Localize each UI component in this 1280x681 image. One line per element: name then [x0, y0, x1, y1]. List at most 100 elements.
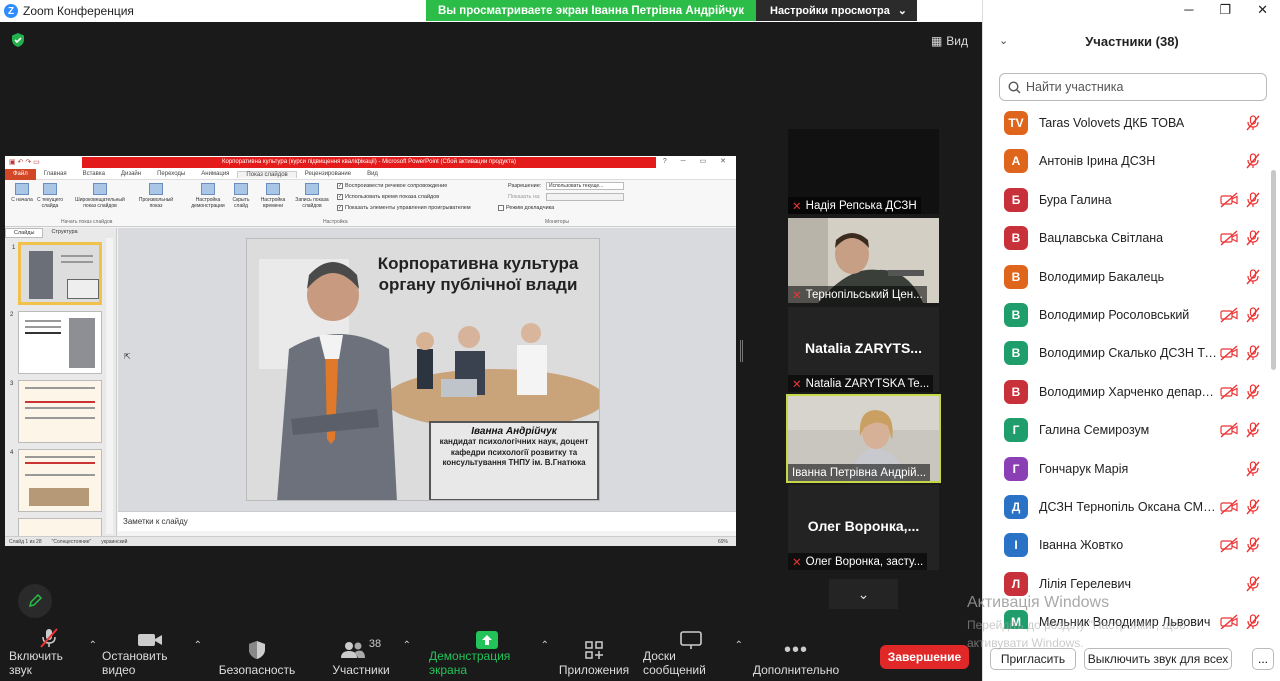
media-controls-checkbox[interactable]: ✓ Показать элементы управления проигрыват…	[337, 205, 471, 211]
unmute-button[interactable]: Включить звук ⌃	[9, 628, 97, 681]
share-screen-button[interactable]: Демонстрация экрана ⌃	[429, 630, 549, 681]
current-slide[interactable]: Корпоративна культура органу публічної в…	[246, 238, 600, 501]
panel-more-button[interactable]: ...	[1252, 648, 1274, 670]
participant-row[interactable]: В Володимир Бакалець	[983, 258, 1273, 296]
show-on-select[interactable]	[546, 193, 624, 201]
video-off-icon[interactable]	[1220, 192, 1238, 208]
mic-muted-icon[interactable]	[1245, 268, 1261, 285]
slide-thumbnail[interactable]: 1	[12, 242, 102, 305]
view-button[interactable]: ▦ Вид	[931, 34, 968, 48]
participant-row[interactable]: Л Лілія Герелевич	[983, 565, 1273, 603]
close-icon[interactable]: ✕	[1257, 2, 1268, 18]
setup-show-button[interactable]: Настройка демонстрации	[189, 183, 227, 209]
presenter-view-checkbox[interactable]: Режим докладчика	[498, 205, 554, 211]
video-tile[interactable]: ✕ Тернопільський Цен...	[788, 218, 939, 303]
search-input[interactable]	[1026, 80, 1256, 94]
caret-up-icon[interactable]: ⌃	[735, 640, 743, 651]
ppt-tab[interactable]: Рецензирование	[297, 171, 359, 177]
video-off-icon[interactable]	[1220, 345, 1238, 361]
slide-thumbnail[interactable]: 4	[10, 449, 102, 512]
hide-slide-button[interactable]: Скрыть слайд	[227, 183, 255, 209]
narration-checkbox[interactable]: ✓ Воспроизвести речевое сопровождение	[337, 183, 447, 189]
video-tile-active-speaker[interactable]: Іванна Петрівна Андрій...	[786, 394, 941, 483]
annotate-button[interactable]	[18, 584, 52, 618]
mic-muted-icon[interactable]	[1245, 614, 1261, 629]
participant-row[interactable]: Г Галина Семирозум	[983, 411, 1273, 449]
resolution-select[interactable]: Использовать текуще...	[546, 182, 624, 190]
caret-up-icon[interactable]: ⌃	[194, 640, 202, 651]
shared-screen[interactable]: ▣ ↶ ↷ ▭ Корпоративна культура (курси під…	[5, 156, 736, 546]
slide-thumbnail[interactable]: 3	[10, 380, 102, 443]
apps-button[interactable]: Приложения	[559, 630, 629, 681]
mic-muted-icon[interactable]	[1245, 499, 1261, 515]
participant-search[interactable]	[999, 73, 1267, 101]
mic-muted-icon[interactable]	[1245, 537, 1261, 553]
caret-up-icon[interactable]: ⌃	[541, 640, 549, 651]
ppt-tab[interactable]: Вид	[359, 171, 386, 177]
splitter-handle[interactable]	[740, 340, 743, 362]
mic-muted-icon[interactable]	[1245, 192, 1261, 208]
ppt-tab[interactable]: Анимация	[193, 171, 237, 177]
caret-up-icon[interactable]: ⌃	[89, 640, 97, 651]
ppt-tab[interactable]: Дизайн	[113, 171, 149, 177]
scroll-videos-down-button[interactable]: ⌄	[829, 579, 898, 609]
tab-slides[interactable]: Слайды	[5, 228, 44, 238]
record-show-button[interactable]: Запись показа слайдов	[290, 183, 334, 209]
video-off-icon[interactable]	[1220, 384, 1238, 400]
participants-button[interactable]: 38 Участники ⌃	[332, 630, 411, 681]
mic-muted-icon[interactable]	[1245, 307, 1261, 323]
more-button[interactable]: ••• Дополнительно	[753, 630, 839, 681]
ppt-tab[interactable]: Главная	[36, 171, 75, 177]
mic-muted-icon[interactable]	[1245, 384, 1261, 400]
mic-muted-icon[interactable]	[1245, 115, 1261, 131]
participant-row[interactable]: В Володимир Харченко департа...	[983, 373, 1273, 411]
panel-scrollbar[interactable]	[1271, 170, 1276, 370]
custom-show-button[interactable]: Произвольный показ	[133, 183, 179, 209]
minimize-icon[interactable]: ─	[1184, 2, 1193, 18]
broadcast-button[interactable]: Широковещательный показ слайдов	[69, 183, 131, 209]
video-tile[interactable]: Natalia ZARYTS... ✕ Natalia ZARYTSKA Te.…	[788, 307, 939, 392]
mic-muted-icon[interactable]	[1245, 230, 1261, 246]
slide-thumbnail[interactable]: 2	[10, 311, 102, 374]
video-off-icon[interactable]	[1220, 230, 1238, 246]
whiteboards-button[interactable]: Доски сообщений ⌃	[643, 630, 743, 681]
ppt-tab[interactable]: Файл	[5, 168, 36, 180]
video-off-icon[interactable]	[1220, 537, 1238, 553]
video-tile[interactable]: Олег Воронка,... ✕ Олег Воронка, засту..…	[788, 485, 939, 570]
participant-row[interactable]: Д ДСЗН Тернопіль Оксана СМО...	[983, 488, 1273, 526]
mic-muted-icon[interactable]	[1245, 345, 1261, 361]
participant-row[interactable]: В Володимир Скалько ДСЗН Те...	[983, 334, 1273, 372]
ppt-tab[interactable]: Показ слайдов	[237, 170, 297, 178]
video-tile[interactable]: ✕ Надія Репська ДСЗН	[788, 129, 939, 214]
caret-up-icon[interactable]: ⌃	[403, 640, 411, 651]
video-off-icon[interactable]	[1220, 614, 1238, 629]
maximize-icon[interactable]: ❐	[1219, 2, 1231, 18]
video-off-icon[interactable]	[1220, 499, 1238, 515]
video-off-icon[interactable]	[1220, 422, 1238, 438]
participant-row[interactable]: Б Бура Галина	[983, 181, 1273, 219]
participant-row[interactable]: М Мельник Володимир Львович	[983, 603, 1273, 629]
participant-row[interactable]: І Іванна Жовтко	[983, 526, 1273, 564]
ppt-tab[interactable]: Вставка	[75, 171, 113, 177]
thumbnail-scrollbar[interactable]	[106, 238, 113, 534]
mic-muted-icon[interactable]	[1245, 576, 1261, 592]
end-meeting-button[interactable]: Завершение	[880, 645, 969, 669]
participant-row[interactable]: В Вацлавська Світлана	[983, 219, 1273, 257]
encryption-shield-icon[interactable]	[10, 32, 26, 48]
invite-button[interactable]: Пригласить	[990, 648, 1076, 670]
mic-muted-icon[interactable]	[1245, 422, 1261, 438]
mic-muted-icon[interactable]	[1245, 153, 1261, 169]
notes-field[interactable]: Заметки к слайду	[118, 511, 736, 531]
from-current-button[interactable]: С текущего слайда	[33, 183, 67, 209]
timings-checkbox[interactable]: ✓ Использовать время показа слайдов	[337, 194, 439, 200]
ppt-tab[interactable]: Переходы	[149, 171, 193, 177]
participant-row[interactable]: В Володимир Росоловський	[983, 296, 1273, 334]
tab-outline[interactable]: Структура	[43, 228, 85, 238]
video-off-icon[interactable]	[1220, 307, 1238, 323]
participant-row[interactable]: А Антонів Ірина ДСЗН	[983, 142, 1273, 180]
participant-row[interactable]: TV Taras Volovets ДКБ ТОВА	[983, 104, 1273, 142]
rehearse-button[interactable]: Настройка времени	[257, 183, 289, 209]
mute-all-button[interactable]: Выключить звук для всех	[1084, 648, 1232, 670]
mic-muted-icon[interactable]	[1245, 460, 1261, 477]
stop-video-button[interactable]: Остановить видео ⌃	[102, 630, 202, 681]
